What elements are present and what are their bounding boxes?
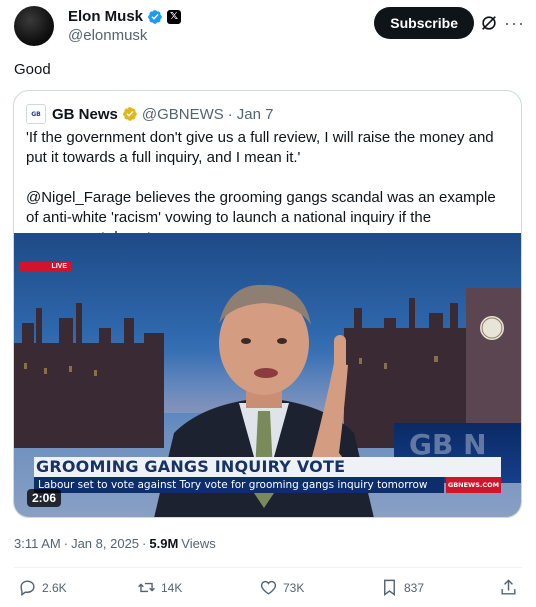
like-button[interactable]: 73K [259, 578, 304, 597]
quoted-date: Jan 7 [236, 105, 274, 123]
bookmark-count: 837 [404, 580, 425, 595]
bookmark-icon [384, 579, 395, 597]
quoted-header: GB GB News @GBNEWS · Jan 7 [26, 104, 273, 124]
tweet-header: Elon Musk 𝕏 @elonmusk Subscribe ··· [14, 4, 524, 48]
quoted-paragraph-1: 'If the government don't give us a full … [26, 129, 494, 166]
video-duration: 2:06 [27, 489, 62, 507]
views-count: 5.9M [149, 536, 179, 551]
quoted-handle: @GBNEWS [141, 105, 224, 123]
mention-link[interactable]: @Nigel_Farage [26, 189, 131, 206]
author-name-row: Elon Musk 𝕏 [68, 8, 182, 25]
verified-badge-icon [148, 9, 162, 24]
tweet-text: Good [14, 61, 51, 78]
gb-news-logo: GB [26, 104, 46, 124]
video-player[interactable]: LIVE GB N GROOMING GANGS INQUIRY VOTE La… [14, 233, 521, 517]
meta-dot: · [63, 536, 69, 551]
quoted-author-name: GB News [52, 105, 118, 123]
grok-icon[interactable] [480, 14, 498, 32]
subscribe-button[interactable]: Subscribe [374, 7, 474, 39]
headline-text: GROOMING GANGS INQUIRY VOTE [36, 457, 346, 476]
share-button[interactable] [499, 578, 518, 597]
repost-icon [138, 582, 155, 593]
views-label: Views [181, 536, 216, 551]
tweet-meta: 3:11 AM · Jan 8, 2025 · 5.9M Views [14, 536, 216, 551]
repost-count: 14K [161, 580, 183, 595]
author-handle[interactable]: @elonmusk [68, 27, 147, 44]
tweet-time[interactable]: 3:11 AM [14, 536, 61, 551]
author-name[interactable]: Elon Musk [68, 8, 143, 25]
tweet-date[interactable]: Jan 8, 2025 [71, 536, 139, 551]
strapline-text: Labour set to vote against Tory vote for… [38, 479, 428, 491]
reply-count: 2.6K [42, 580, 67, 595]
quoted-separator: · [227, 105, 233, 123]
more-icon[interactable]: ··· [504, 13, 524, 33]
repost-button[interactable]: 14K [137, 578, 182, 597]
site-tag: GBNEWS.COM [446, 477, 501, 493]
bookmark-button[interactable]: 837 [380, 578, 424, 597]
gold-verified-badge-icon [122, 107, 137, 121]
share-icon [501, 579, 516, 595]
reply-icon [20, 580, 35, 597]
live-badge: LIVE [19, 262, 71, 272]
avatar[interactable] [14, 6, 54, 46]
action-bar: 2.6K 14K 73K 837 [0, 578, 536, 600]
heart-icon [260, 580, 277, 595]
quoted-tweet[interactable]: GB GB News @GBNEWS · Jan 7 'If the gover… [13, 90, 522, 518]
like-count: 73K [283, 580, 305, 595]
reply-button[interactable]: 2.6K [18, 578, 67, 597]
meta-dot-2: · [142, 536, 147, 551]
x-logo-icon: 𝕏 [167, 9, 182, 24]
divider [14, 567, 522, 568]
